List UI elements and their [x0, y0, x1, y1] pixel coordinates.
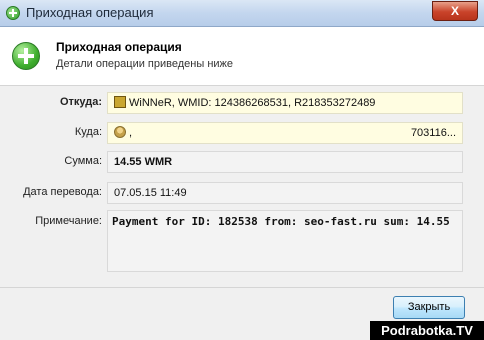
note-field[interactable]: Payment for ID: 182538 from: seo-fast.ru… — [107, 210, 463, 272]
to-label: Куда: — [74, 126, 102, 138]
amount-label: Сумма: — [64, 155, 102, 167]
to-value-end: 703116... — [410, 127, 456, 139]
dialog-header: Приходная операция Детали операции приве… — [0, 27, 484, 86]
amount-row: Сумма: 14.55 WMR — [0, 151, 484, 173]
date-label: Дата перевода: — [23, 186, 102, 198]
green-plus-icon — [6, 6, 20, 20]
amount-field[interactable]: 14.55 WMR — [107, 151, 463, 173]
to-value-start: , — [129, 127, 133, 139]
to-field[interactable]: , 703116... — [107, 122, 463, 144]
header-subtitle: Детали операции приведены ниже — [56, 58, 234, 70]
from-label: Откуда: — [59, 96, 102, 108]
footer-divider — [0, 287, 484, 288]
note-label: Примечание: — [35, 215, 102, 227]
header-title: Приходная операция — [56, 40, 182, 54]
green-plus-icon — [12, 42, 40, 70]
passport-icon — [114, 96, 126, 108]
close-window-button[interactable]: X — [432, 1, 478, 21]
from-row: Откуда: WiNNeR, WMID: 124386268531, R218… — [0, 92, 484, 114]
to-row: Куда: , 703116... — [0, 122, 484, 144]
title-bar[interactable]: Приходная операция X — [0, 0, 484, 27]
from-field[interactable]: WiNNeR, WMID: 124386268531, R21835327248… — [107, 92, 463, 114]
date-row: Дата перевода: 07.05.15 11:49 — [0, 182, 484, 204]
window-title: Приходная операция — [26, 5, 154, 20]
from-value: WiNNeR, WMID: 124386268531, R21835327248… — [129, 97, 376, 109]
person-icon — [114, 126, 126, 138]
date-field[interactable]: 07.05.15 11:49 — [107, 182, 463, 204]
close-button[interactable]: Закрыть — [393, 296, 465, 319]
watermark: Podrabotka.TV — [370, 321, 484, 340]
dialog-window: Приходная операция X Приходная операция … — [0, 0, 484, 340]
